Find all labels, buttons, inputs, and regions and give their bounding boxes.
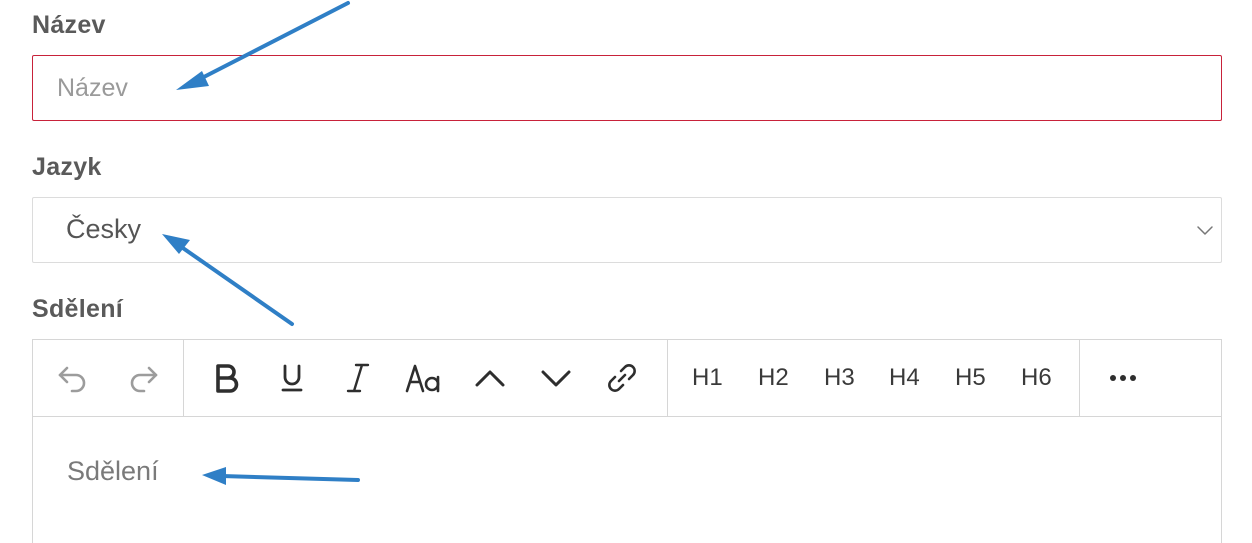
name-label: Název [32, 11, 106, 39]
font-size-icon [405, 364, 440, 393]
redo-button[interactable] [121, 356, 165, 400]
message-editor: H1 H2 H3 H4 H5 H6 Sdělení [32, 339, 1222, 543]
editor-toolbar: H1 H2 H3 H4 H5 H6 [33, 340, 1221, 417]
font-size-button[interactable] [402, 356, 446, 400]
heading-4-button[interactable]: H4 [889, 364, 920, 392]
chevron-down-icon [1197, 226, 1213, 235]
heading-6-button[interactable]: H6 [1021, 364, 1052, 392]
toolbar-group-format [184, 340, 668, 416]
heading-3-button[interactable]: H3 [824, 364, 855, 392]
language-label: Jazyk [32, 153, 102, 181]
more-button[interactable] [1101, 356, 1145, 400]
name-input[interactable] [32, 55, 1222, 121]
message-editor-content[interactable]: Sdělení [67, 456, 159, 487]
undo-icon [58, 366, 86, 393]
move-down-button[interactable] [534, 356, 578, 400]
post-form: Název Jazyk Česky Sdělení [0, 0, 1252, 543]
heading-2-button[interactable]: H2 [758, 364, 789, 392]
underline-button[interactable] [270, 356, 314, 400]
link-button[interactable] [600, 356, 644, 400]
heading-5-button[interactable]: H5 [955, 364, 986, 392]
language-select[interactable]: Česky [32, 197, 1222, 263]
toolbar-group-history [33, 340, 184, 416]
italic-icon [346, 363, 370, 393]
undo-button[interactable] [51, 356, 95, 400]
chevron-up-icon [475, 370, 505, 387]
italic-button[interactable] [336, 356, 380, 400]
redo-icon [130, 366, 158, 393]
link-icon [608, 364, 636, 392]
toolbar-group-headings: H1 H2 H3 H4 H5 H6 [668, 340, 1080, 416]
underline-icon [281, 364, 303, 392]
more-icon [1110, 375, 1136, 381]
move-up-button[interactable] [468, 356, 512, 400]
bold-button[interactable] [204, 356, 248, 400]
chevron-down-icon [541, 370, 571, 387]
heading-1-button[interactable]: H1 [692, 364, 723, 392]
language-select-value: Česky [66, 214, 142, 244]
message-label: Sdělení [32, 295, 124, 323]
bold-icon [216, 364, 239, 393]
